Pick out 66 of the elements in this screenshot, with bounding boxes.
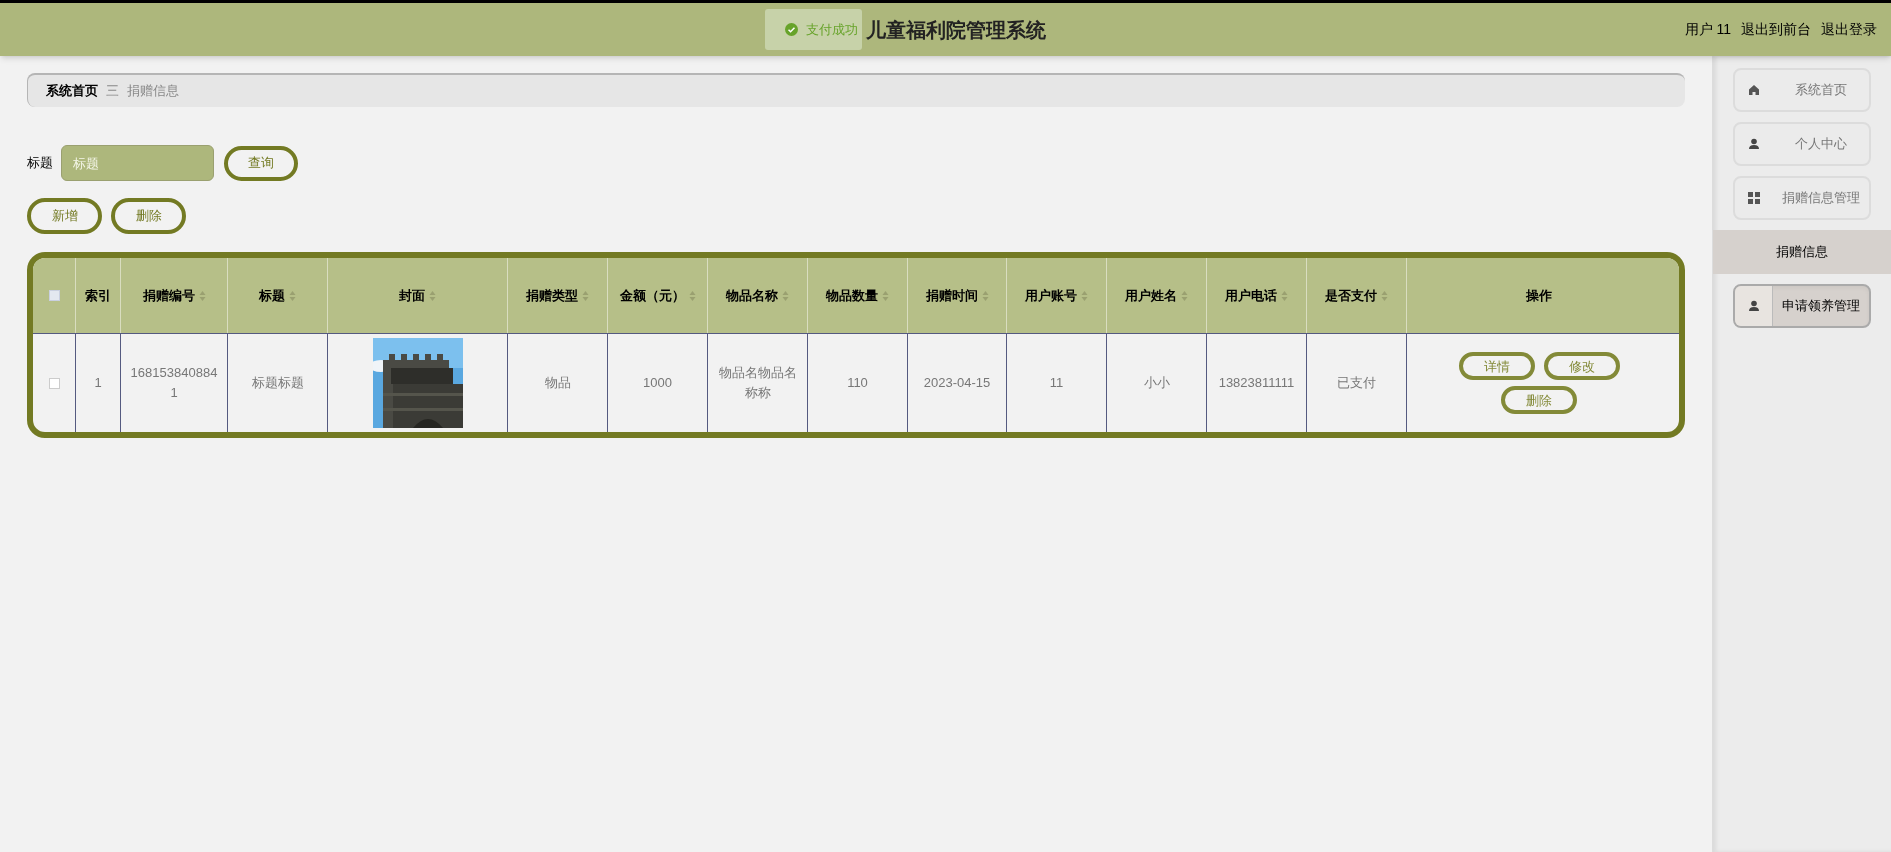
action-button[interactable]: 新增 — [27, 198, 102, 234]
row-action-button[interactable]: 详情 — [1458, 352, 1535, 380]
home-icon — [1748, 84, 1760, 96]
person-icon — [1747, 300, 1760, 312]
sort-icon[interactable] — [429, 289, 436, 302]
breadcrumb-current: 捐赠信息 — [127, 82, 179, 101]
sort-icon[interactable] — [1281, 289, 1288, 302]
sort-icon[interactable] — [1181, 289, 1188, 302]
column-header: 操作 — [1526, 286, 1552, 305]
sort-icon[interactable] — [198, 289, 206, 302]
table-cell-text: 2023-04-15 — [923, 374, 991, 392]
toast-message: 支付成功 — [765, 9, 862, 50]
row-action-button[interactable]: 删除 — [1501, 386, 1577, 414]
column-header: 索引 — [85, 286, 111, 305]
action-button[interactable]: 删除 — [111, 198, 186, 234]
table-cell-text: 11 — [1049, 374, 1064, 392]
column-header[interactable]: 用户姓名 — [1125, 285, 1188, 306]
sort-icon[interactable] — [782, 289, 789, 302]
column-header[interactable]: 物品数量 — [826, 285, 889, 306]
sort-icon[interactable] — [289, 289, 296, 302]
table-cell-text: 物品 — [544, 374, 571, 392]
table-cell-text: 1681538408841 — [129, 364, 219, 402]
sort-icon[interactable] — [688, 289, 696, 302]
sidebar-menu-item[interactable]: 系统首页 — [1733, 68, 1871, 112]
table-cell-text: 已支付 — [1337, 374, 1376, 392]
table-cell-text: 1 — [94, 374, 102, 392]
column-header[interactable]: 捐赠类型 — [526, 285, 589, 306]
header-link[interactable]: 退出到前台 — [1741, 19, 1811, 40]
breadcrumb-separator: 三 — [106, 82, 119, 101]
breadcrumb-link[interactable]: 系统首页 — [46, 81, 98, 101]
search-field[interactable]: 标题 — [61, 145, 214, 181]
sort-icon[interactable] — [1081, 289, 1088, 302]
table-cell-text: 1000 — [643, 374, 672, 392]
column-header[interactable]: 用户电话 — [1225, 285, 1288, 306]
column-header[interactable]: 捐赠编号 — [142, 285, 206, 306]
header-link[interactable]: 退出登录 — [1821, 19, 1877, 40]
sort-icon[interactable] — [1381, 289, 1388, 302]
column-header[interactable]: 物品名称 — [726, 285, 789, 306]
column-header[interactable]: 封面 — [399, 285, 436, 306]
sidebar-menu-item[interactable]: 申请领养管理 — [1733, 284, 1871, 328]
check-circle-icon — [785, 23, 798, 36]
table-cell-text: 110 — [847, 374, 868, 392]
row-action-button[interactable]: 修改 — [1543, 352, 1620, 380]
person-icon — [1748, 138, 1760, 150]
column-header[interactable]: 标题 — [259, 285, 296, 306]
sidebar-menu-item[interactable]: 个人中心 — [1733, 122, 1871, 166]
select-all-checkbox[interactable] — [48, 290, 60, 301]
table-cell-text: 物品名物品名称称 — [717, 364, 798, 402]
field-label: 标题 — [27, 154, 53, 173]
row-checkbox[interactable] — [48, 377, 60, 389]
table-cell-text: 小小 — [1143, 374, 1170, 392]
column-header[interactable]: 金额（元） — [617, 285, 698, 306]
grid-icon — [1748, 192, 1760, 204]
column-header[interactable]: 是否支付 — [1325, 285, 1388, 306]
app-title: 儿童福利院管理系统 — [866, 17, 1046, 43]
query-button[interactable]: 查询 — [224, 145, 298, 181]
sort-icon[interactable] — [582, 289, 589, 302]
sidebar-submenu-item[interactable]: 捐赠信息 — [1713, 230, 1891, 274]
column-header[interactable]: 捐赠时间 — [925, 285, 989, 306]
sort-icon[interactable] — [981, 289, 989, 302]
user-label: 用户 11 — [1684, 20, 1731, 39]
sort-icon[interactable] — [882, 289, 889, 302]
table-cell-text: 13823811111 — [1218, 374, 1295, 392]
column-header[interactable]: 用户账号 — [1025, 285, 1088, 306]
table-cell-text: 标题标题 — [251, 374, 304, 392]
sidebar-menu-item[interactable]: 捐赠信息管理 — [1733, 176, 1871, 220]
